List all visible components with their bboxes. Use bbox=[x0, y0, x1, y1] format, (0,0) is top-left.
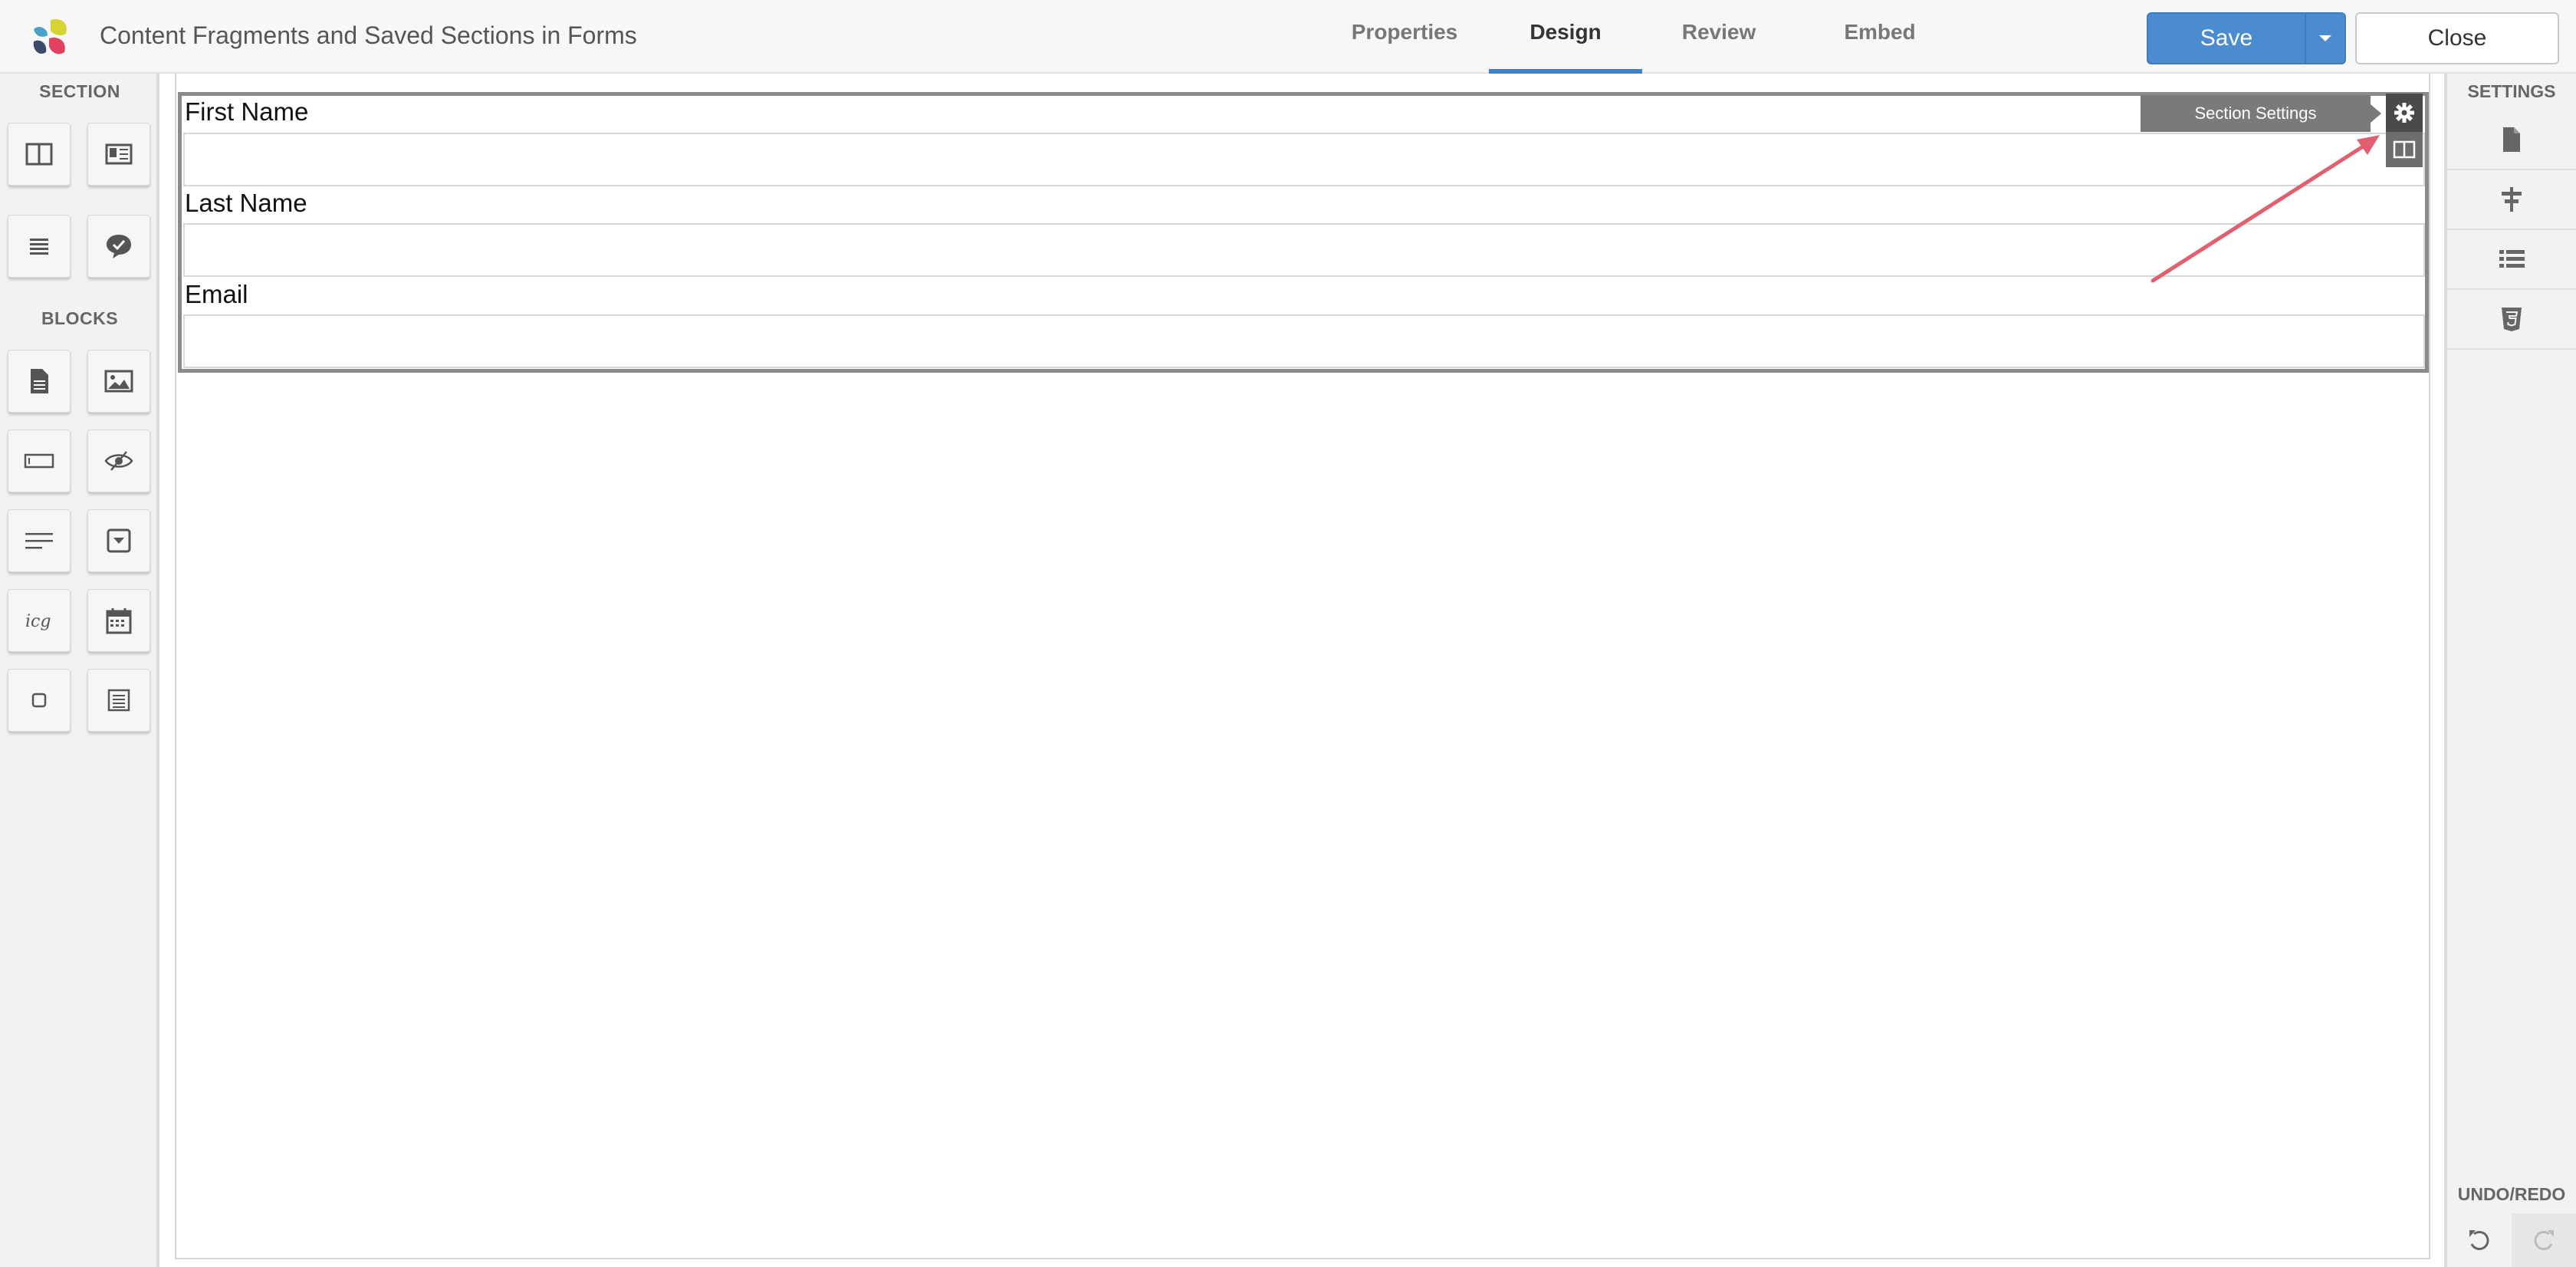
date-block-tool[interactable] bbox=[87, 589, 150, 652]
form-section[interactable]: First Name Last Name Email bbox=[178, 92, 2429, 373]
section-columns-button[interactable] bbox=[2386, 132, 2423, 167]
first-name-label: First Name bbox=[185, 97, 309, 126]
dropdown-icon bbox=[107, 528, 131, 553]
email-label: Email bbox=[185, 280, 248, 308]
save-options-dropdown[interactable] bbox=[2305, 14, 2344, 63]
left-toolbox: SECTION BLOCKS icg bbox=[0, 74, 159, 1267]
checkbox-icon bbox=[31, 693, 47, 708]
dropdown-block-tool[interactable] bbox=[87, 509, 150, 572]
top-header: Content Fragments and Saved Sections in … bbox=[0, 0, 2576, 75]
text-field-block-tool[interactable] bbox=[8, 429, 71, 492]
signature-icon: icg bbox=[25, 612, 51, 631]
columns-icon bbox=[2393, 140, 2416, 159]
redo-icon bbox=[2534, 1230, 2554, 1250]
design-canvas[interactable]: First Name Last Name Email bbox=[175, 74, 2430, 1259]
alignment-settings-button[interactable] bbox=[2447, 170, 2576, 230]
right-settings-panel: SETTINGS UNDO/REDO bbox=[2444, 74, 2576, 1267]
sidebar-section-icon bbox=[105, 143, 133, 165]
calendar-icon bbox=[106, 608, 132, 634]
text-document-icon bbox=[31, 369, 48, 393]
two-column-section-tool[interactable] bbox=[8, 123, 71, 186]
page-icon bbox=[2503, 127, 2520, 152]
image-block-tool[interactable] bbox=[87, 350, 150, 413]
list-section-icon bbox=[30, 239, 48, 255]
tab-embed[interactable]: Embed bbox=[1803, 0, 1957, 74]
settings-heading: SETTINGS bbox=[2467, 81, 2556, 101]
paragraph-block-tool[interactable] bbox=[8, 509, 71, 572]
page-settings-button[interactable] bbox=[2447, 110, 2576, 170]
tab-design[interactable]: Design bbox=[1489, 0, 1642, 75]
main-tabs: Properties Design Review Embed bbox=[1328, 0, 1957, 75]
tab-properties[interactable]: Properties bbox=[1328, 0, 1481, 74]
feedback-section-tool[interactable] bbox=[87, 215, 150, 278]
save-button-group: Save bbox=[2147, 12, 2346, 64]
save-button[interactable]: Save bbox=[2148, 14, 2305, 63]
list-section-tool[interactable] bbox=[8, 215, 71, 278]
feedback-section-icon bbox=[107, 235, 131, 258]
section-heading: SECTION bbox=[39, 81, 120, 101]
hidden-field-icon bbox=[104, 451, 133, 471]
gear-icon bbox=[2394, 103, 2414, 123]
checkbox-block-tool[interactable] bbox=[8, 669, 71, 732]
text-field-icon bbox=[24, 453, 54, 469]
undo-button[interactable] bbox=[2447, 1213, 2512, 1267]
app-logo-icon bbox=[33, 18, 67, 54]
first-name-input[interactable] bbox=[183, 133, 2425, 186]
email-input[interactable] bbox=[183, 314, 2425, 368]
close-button[interactable]: Close bbox=[2355, 12, 2559, 64]
last-name-label: Last Name bbox=[185, 189, 307, 217]
form-title: Content Fragments and Saved Sections in … bbox=[100, 21, 637, 49]
css-settings-button[interactable] bbox=[2447, 290, 2576, 350]
section-settings-tooltip: Section Settings bbox=[2141, 95, 2381, 132]
css3-icon bbox=[2502, 308, 2522, 331]
list-icon bbox=[2499, 250, 2525, 268]
undo-redo-heading: UNDO/REDO bbox=[2457, 1184, 2566, 1204]
form-list-icon bbox=[107, 689, 130, 712]
list-settings-button[interactable] bbox=[2447, 230, 2576, 290]
sidebar-section-tool[interactable] bbox=[87, 123, 150, 186]
hidden-field-block-tool[interactable] bbox=[87, 429, 150, 492]
undo-icon bbox=[2469, 1230, 2489, 1250]
redo-button[interactable] bbox=[2512, 1213, 2576, 1267]
section-settings-button[interactable] bbox=[2386, 94, 2423, 132]
form-list-block-tool[interactable] bbox=[87, 669, 150, 732]
text-block-tool[interactable] bbox=[8, 350, 71, 413]
alignment-icon bbox=[2502, 187, 2522, 212]
undo-redo-controls bbox=[2447, 1213, 2576, 1267]
tab-review[interactable]: Review bbox=[1642, 0, 1796, 74]
paragraph-text-icon bbox=[25, 533, 53, 549]
two-column-section-icon bbox=[25, 143, 53, 166]
caret-down-icon bbox=[2319, 35, 2331, 41]
image-icon bbox=[104, 370, 133, 393]
svg-text:icg: icg bbox=[25, 612, 51, 631]
blocks-heading: BLOCKS bbox=[41, 308, 119, 328]
last-name-input[interactable] bbox=[183, 223, 2425, 277]
signature-block-tool[interactable]: icg bbox=[8, 589, 71, 652]
